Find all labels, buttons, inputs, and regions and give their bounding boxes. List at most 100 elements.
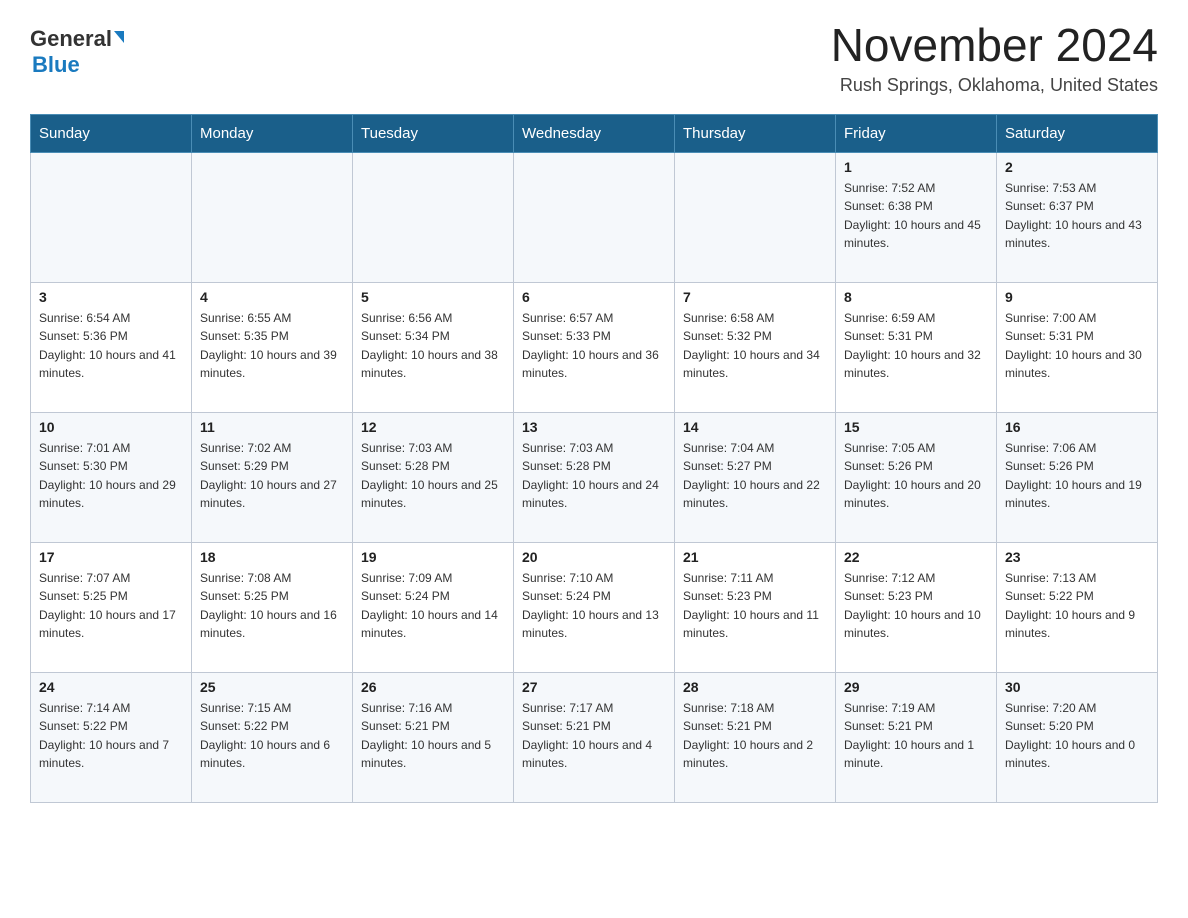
day-info: Sunrise: 7:03 AMSunset: 5:28 PMDaylight:… — [361, 439, 505, 513]
day-number: 25 — [200, 679, 344, 695]
day-info: Sunrise: 7:12 AMSunset: 5:23 PMDaylight:… — [844, 569, 988, 643]
header-day-friday: Friday — [836, 114, 997, 152]
calendar-week-3: 10Sunrise: 7:01 AMSunset: 5:30 PMDayligh… — [31, 412, 1158, 542]
calendar-cell: 8 Sunrise: 6:59 AMSunset: 5:31 PMDaylight… — [836, 282, 997, 412]
day-number: 9 — [1005, 289, 1149, 305]
calendar-cell: 16 Sunrise: 7:06 AMSunset: 5:26 PMDayligh… — [997, 412, 1158, 542]
calendar-cell: 15 Sunrise: 7:05 AMSunset: 5:26 PMDayligh… — [836, 412, 997, 542]
day-info: Sunrise: 6:58 AMSunset: 5:32 PMDaylight:… — [683, 309, 827, 383]
day-number: 12 — [361, 419, 505, 435]
calendar-cell: 24 Sunrise: 7:14 AMSunset: 5:22 PMDayligh… — [31, 672, 192, 802]
calendar-week-2: 3 Sunrise: 6:54 AMSunset: 5:36 PMDaylight… — [31, 282, 1158, 412]
day-info: Sunrise: 6:56 AMSunset: 5:34 PMDaylight:… — [361, 309, 505, 383]
calendar-cell: 17 Sunrise: 7:07 AMSunset: 5:25 PMDayligh… — [31, 542, 192, 672]
day-number: 11 — [200, 419, 344, 435]
day-number: 27 — [522, 679, 666, 695]
calendar-cell: 5 Sunrise: 6:56 AMSunset: 5:34 PMDaylight… — [353, 282, 514, 412]
day-info: Sunrise: 7:19 AMSunset: 5:21 PMDaylight:… — [844, 699, 988, 773]
day-number: 18 — [200, 549, 344, 565]
calendar-cell: 7 Sunrise: 6:58 AMSunset: 5:32 PMDaylight… — [675, 282, 836, 412]
calendar-cell — [514, 152, 675, 282]
day-info: Sunrise: 7:16 AMSunset: 5:21 PMDaylight:… — [361, 699, 505, 773]
day-number: 1 — [844, 159, 988, 175]
day-info: Sunrise: 7:18 AMSunset: 5:21 PMDaylight:… — [683, 699, 827, 773]
day-info: Sunrise: 7:07 AMSunset: 5:25 PMDaylight:… — [39, 569, 183, 643]
calendar-cell: 19Sunrise: 7:09 AMSunset: 5:24 PMDayligh… — [353, 542, 514, 672]
day-number: 5 — [361, 289, 505, 305]
calendar-table: SundayMondayTuesdayWednesdayThursdayFrid… — [30, 114, 1158, 803]
day-number: 29 — [844, 679, 988, 695]
calendar-week-5: 24 Sunrise: 7:14 AMSunset: 5:22 PMDayligh… — [31, 672, 1158, 802]
calendar-cell: 12 Sunrise: 7:03 AMSunset: 5:28 PMDayligh… — [353, 412, 514, 542]
day-number: 23 — [1005, 549, 1149, 565]
calendar-cell: 6Sunrise: 6:57 AMSunset: 5:33 PMDaylight… — [514, 282, 675, 412]
day-number: 20 — [522, 549, 666, 565]
day-number: 21 — [683, 549, 827, 565]
header-day-monday: Monday — [192, 114, 353, 152]
calendar-cell: 20 Sunrise: 7:10 AMSunset: 5:24 PMDayligh… — [514, 542, 675, 672]
day-info: Sunrise: 6:54 AMSunset: 5:36 PMDaylight:… — [39, 309, 183, 383]
day-info: Sunrise: 7:11 AMSunset: 5:23 PMDaylight:… — [683, 569, 827, 643]
day-info: Sunrise: 7:15 AMSunset: 5:22 PMDaylight:… — [200, 699, 344, 773]
day-number: 2 — [1005, 159, 1149, 175]
logo-triangle-icon — [114, 31, 124, 43]
calendar-cell: 1 Sunrise: 7:52 AMSunset: 6:38 PMDaylight… — [836, 152, 997, 282]
day-info: Sunrise: 7:05 AMSunset: 5:26 PMDaylight:… — [844, 439, 988, 513]
day-info: Sunrise: 6:59 AMSunset: 5:31 PMDaylight:… — [844, 309, 988, 383]
day-info: Sunrise: 7:02 AMSunset: 5:29 PMDaylight:… — [200, 439, 344, 513]
day-number: 15 — [844, 419, 988, 435]
day-info: Sunrise: 7:00 AMSunset: 5:31 PMDaylight:… — [1005, 309, 1149, 383]
day-number: 13 — [522, 419, 666, 435]
day-info: Sunrise: 7:17 AMSunset: 5:21 PMDaylight:… — [522, 699, 666, 773]
location-subtitle: Rush Springs, Oklahoma, United States — [831, 75, 1158, 96]
day-info: Sunrise: 6:55 AMSunset: 5:35 PMDaylight:… — [200, 309, 344, 383]
calendar-cell: 23 Sunrise: 7:13 AMSunset: 5:22 PMDayligh… — [997, 542, 1158, 672]
calendar-cell: 26 Sunrise: 7:16 AMSunset: 5:21 PMDayligh… — [353, 672, 514, 802]
calendar-cell: 29 Sunrise: 7:19 AMSunset: 5:21 PMDayligh… — [836, 672, 997, 802]
day-info: Sunrise: 7:52 AMSunset: 6:38 PMDaylight:… — [844, 179, 988, 253]
calendar-cell: 18 Sunrise: 7:08 AMSunset: 5:25 PMDayligh… — [192, 542, 353, 672]
day-number: 30 — [1005, 679, 1149, 695]
day-number: 26 — [361, 679, 505, 695]
header-day-saturday: Saturday — [997, 114, 1158, 152]
calendar-cell: 4 Sunrise: 6:55 AMSunset: 5:35 PMDaylight… — [192, 282, 353, 412]
calendar-cell: 21 Sunrise: 7:11 AMSunset: 5:23 PMDayligh… — [675, 542, 836, 672]
day-number: 3 — [39, 289, 183, 305]
day-number: 7 — [683, 289, 827, 305]
day-info: Sunrise: 7:14 AMSunset: 5:22 PMDaylight:… — [39, 699, 183, 773]
page-header: General Blue November 2024 Rush Springs,… — [30, 20, 1158, 96]
calendar-cell: 22Sunrise: 7:12 AMSunset: 5:23 PMDayligh… — [836, 542, 997, 672]
calendar-cell: 14Sunrise: 7:04 AMSunset: 5:27 PMDayligh… — [675, 412, 836, 542]
calendar-cell: 11 Sunrise: 7:02 AMSunset: 5:29 PMDayligh… — [192, 412, 353, 542]
day-number: 24 — [39, 679, 183, 695]
calendar-cell: 28Sunrise: 7:18 AMSunset: 5:21 PMDayligh… — [675, 672, 836, 802]
day-number: 16 — [1005, 419, 1149, 435]
day-info: Sunrise: 7:09 AMSunset: 5:24 PMDaylight:… — [361, 569, 505, 643]
calendar-cell — [675, 152, 836, 282]
calendar-cell: 30Sunrise: 7:20 AMSunset: 5:20 PMDayligh… — [997, 672, 1158, 802]
calendar-cell: 2 Sunrise: 7:53 AMSunset: 6:37 PMDaylight… — [997, 152, 1158, 282]
day-info: Sunrise: 6:57 AMSunset: 5:33 PMDaylight:… — [522, 309, 666, 383]
day-info: Sunrise: 7:13 AMSunset: 5:22 PMDaylight:… — [1005, 569, 1149, 643]
day-info: Sunrise: 7:10 AMSunset: 5:24 PMDaylight:… — [522, 569, 666, 643]
day-info: Sunrise: 7:53 AMSunset: 6:37 PMDaylight:… — [1005, 179, 1149, 253]
calendar-cell: 25 Sunrise: 7:15 AMSunset: 5:22 PMDayligh… — [192, 672, 353, 802]
calendar-cell: 10Sunrise: 7:01 AMSunset: 5:30 PMDayligh… — [31, 412, 192, 542]
calendar-cell — [192, 152, 353, 282]
calendar-cell: 13 Sunrise: 7:03 AMSunset: 5:28 PMDayligh… — [514, 412, 675, 542]
day-info: Sunrise: 7:08 AMSunset: 5:25 PMDaylight:… — [200, 569, 344, 643]
day-number: 4 — [200, 289, 344, 305]
calendar-week-1: 1 Sunrise: 7:52 AMSunset: 6:38 PMDaylight… — [31, 152, 1158, 282]
day-info: Sunrise: 7:06 AMSunset: 5:26 PMDaylight:… — [1005, 439, 1149, 513]
day-info: Sunrise: 7:03 AMSunset: 5:28 PMDaylight:… — [522, 439, 666, 513]
day-number: 8 — [844, 289, 988, 305]
logo-blue-text: Blue — [32, 52, 80, 77]
calendar-cell: 3 Sunrise: 6:54 AMSunset: 5:36 PMDaylight… — [31, 282, 192, 412]
day-number: 17 — [39, 549, 183, 565]
header-day-sunday: Sunday — [31, 114, 192, 152]
calendar-cell: 27 Sunrise: 7:17 AMSunset: 5:21 PMDayligh… — [514, 672, 675, 802]
day-number: 10 — [39, 419, 183, 435]
calendar-week-4: 17 Sunrise: 7:07 AMSunset: 5:25 PMDayligh… — [31, 542, 1158, 672]
month-title: November 2024 — [831, 20, 1158, 71]
calendar-cell — [353, 152, 514, 282]
